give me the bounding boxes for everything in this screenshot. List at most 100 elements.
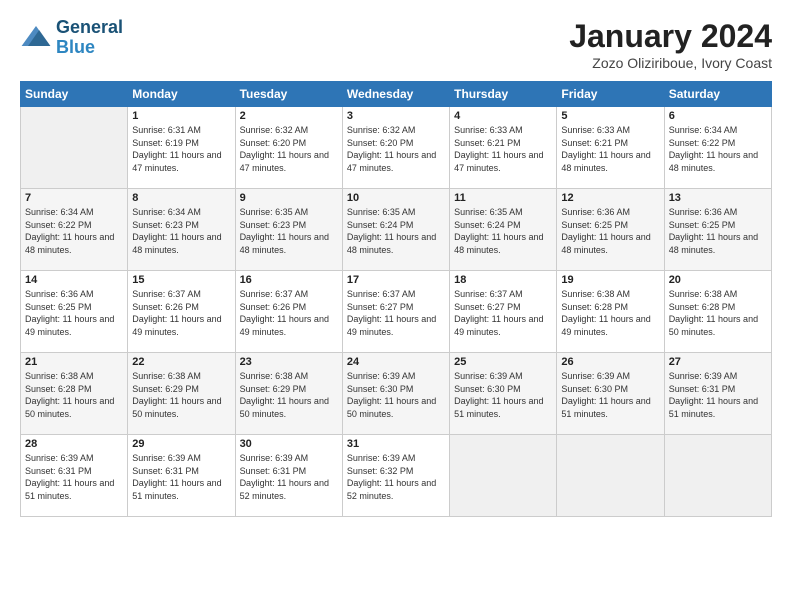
day-header-saturday: Saturday xyxy=(664,82,771,107)
day-number: 31 xyxy=(347,438,445,450)
day-number: 3 xyxy=(347,110,445,122)
calendar-cell xyxy=(450,435,557,517)
cell-info: Sunrise: 6:38 AMSunset: 6:28 PMDaylight:… xyxy=(25,370,123,420)
cell-info: Sunrise: 6:34 AMSunset: 6:23 PMDaylight:… xyxy=(132,206,230,256)
calendar-cell: 16 Sunrise: 6:37 AMSunset: 6:26 PMDayligh… xyxy=(235,271,342,353)
day-number: 30 xyxy=(240,438,338,450)
day-header-thursday: Thursday xyxy=(450,82,557,107)
day-number: 10 xyxy=(347,192,445,204)
day-header-tuesday: Tuesday xyxy=(235,82,342,107)
calendar-cell: 29 Sunrise: 6:39 AMSunset: 6:31 PMDayligh… xyxy=(128,435,235,517)
day-number: 18 xyxy=(454,274,552,286)
day-number: 9 xyxy=(240,192,338,204)
cell-info: Sunrise: 6:36 AMSunset: 6:25 PMDaylight:… xyxy=(561,206,659,256)
day-number: 12 xyxy=(561,192,659,204)
subtitle: Zozo Oliziriboue, Ivory Coast xyxy=(569,55,772,71)
calendar-cell: 2 Sunrise: 6:32 AMSunset: 6:20 PMDaylight… xyxy=(235,107,342,189)
calendar-table: SundayMondayTuesdayWednesdayThursdayFrid… xyxy=(20,81,772,517)
cell-info: Sunrise: 6:37 AMSunset: 6:26 PMDaylight:… xyxy=(132,288,230,338)
calendar-cell: 27Sunrise: 6:39 AMSunset: 6:31 PMDayligh… xyxy=(664,353,771,435)
week-row-4: 21Sunrise: 6:38 AMSunset: 6:28 PMDayligh… xyxy=(21,353,772,435)
week-row-1: 1 Sunrise: 6:31 AMSunset: 6:19 PMDaylight… xyxy=(21,107,772,189)
calendar-cell: 21Sunrise: 6:38 AMSunset: 6:28 PMDayligh… xyxy=(21,353,128,435)
day-number: 29 xyxy=(132,438,230,450)
cell-info: Sunrise: 6:38 AMSunset: 6:28 PMDaylight:… xyxy=(669,288,767,338)
day-number: 28 xyxy=(25,438,123,450)
calendar-cell: 14 Sunrise: 6:36 AMSunset: 6:25 PMDayligh… xyxy=(21,271,128,353)
calendar-cell: 25 Sunrise: 6:39 AMSunset: 6:30 PMDayligh… xyxy=(450,353,557,435)
cell-info: Sunrise: 6:37 AMSunset: 6:27 PMDaylight:… xyxy=(454,288,552,338)
logo-text: General Blue xyxy=(56,18,123,58)
cell-info: Sunrise: 6:39 AMSunset: 6:30 PMDaylight:… xyxy=(347,370,445,420)
calendar-cell: 17Sunrise: 6:37 AMSunset: 6:27 PMDayligh… xyxy=(342,271,449,353)
cell-info: Sunrise: 6:37 AMSunset: 6:26 PMDaylight:… xyxy=(240,288,338,338)
title-block: January 2024 Zozo Oliziriboue, Ivory Coa… xyxy=(569,18,772,71)
cell-info: Sunrise: 6:39 AMSunset: 6:31 PMDaylight:… xyxy=(240,452,338,502)
cell-info: Sunrise: 6:38 AMSunset: 6:29 PMDaylight:… xyxy=(240,370,338,420)
calendar-cell: 31 Sunrise: 6:39 AMSunset: 6:32 PMDayligh… xyxy=(342,435,449,517)
day-number: 1 xyxy=(132,110,230,122)
day-number: 19 xyxy=(561,274,659,286)
calendar-cell xyxy=(557,435,664,517)
day-header-monday: Monday xyxy=(128,82,235,107)
cell-info: Sunrise: 6:39 AMSunset: 6:30 PMDaylight:… xyxy=(561,370,659,420)
day-number: 14 xyxy=(25,274,123,286)
cell-info: Sunrise: 6:39 AMSunset: 6:31 PMDaylight:… xyxy=(25,452,123,502)
cell-info: Sunrise: 6:32 AMSunset: 6:20 PMDaylight:… xyxy=(347,124,445,174)
calendar-cell: 10 Sunrise: 6:35 AMSunset: 6:24 PMDayligh… xyxy=(342,189,449,271)
calendar-cell: 23 Sunrise: 6:38 AMSunset: 6:29 PMDayligh… xyxy=(235,353,342,435)
cell-info: Sunrise: 6:39 AMSunset: 6:32 PMDaylight:… xyxy=(347,452,445,502)
calendar-cell: 8 Sunrise: 6:34 AMSunset: 6:23 PMDaylight… xyxy=(128,189,235,271)
calendar-cell: 24 Sunrise: 6:39 AMSunset: 6:30 PMDayligh… xyxy=(342,353,449,435)
calendar-body: 1 Sunrise: 6:31 AMSunset: 6:19 PMDaylight… xyxy=(21,107,772,517)
calendar-cell: 1 Sunrise: 6:31 AMSunset: 6:19 PMDaylight… xyxy=(128,107,235,189)
week-row-2: 7 Sunrise: 6:34 AMSunset: 6:22 PMDaylight… xyxy=(21,189,772,271)
calendar-cell: 18 Sunrise: 6:37 AMSunset: 6:27 PMDayligh… xyxy=(450,271,557,353)
logo-line1: General xyxy=(56,18,123,38)
cell-info: Sunrise: 6:32 AMSunset: 6:20 PMDaylight:… xyxy=(240,124,338,174)
cell-info: Sunrise: 6:36 AMSunset: 6:25 PMDaylight:… xyxy=(25,288,123,338)
day-number: 22 xyxy=(132,356,230,368)
calendar-cell: 28 Sunrise: 6:39 AMSunset: 6:31 PMDayligh… xyxy=(21,435,128,517)
day-number: 25 xyxy=(454,356,552,368)
calendar-cell: 13Sunrise: 6:36 AMSunset: 6:25 PMDayligh… xyxy=(664,189,771,271)
day-number: 6 xyxy=(669,110,767,122)
day-header-wednesday: Wednesday xyxy=(342,82,449,107)
logo: General Blue xyxy=(20,18,123,58)
calendar-cell: 15Sunrise: 6:37 AMSunset: 6:26 PMDayligh… xyxy=(128,271,235,353)
calendar-cell: 6 Sunrise: 6:34 AMSunset: 6:22 PMDaylight… xyxy=(664,107,771,189)
calendar-cell: 19 Sunrise: 6:38 AMSunset: 6:28 PMDayligh… xyxy=(557,271,664,353)
cell-info: Sunrise: 6:38 AMSunset: 6:29 PMDaylight:… xyxy=(132,370,230,420)
day-number: 24 xyxy=(347,356,445,368)
day-number: 5 xyxy=(561,110,659,122)
cell-info: Sunrise: 6:34 AMSunset: 6:22 PMDaylight:… xyxy=(25,206,123,256)
cell-info: Sunrise: 6:35 AMSunset: 6:24 PMDaylight:… xyxy=(454,206,552,256)
day-number: 16 xyxy=(240,274,338,286)
day-header-sunday: Sunday xyxy=(21,82,128,107)
calendar-cell: 3 Sunrise: 6:32 AMSunset: 6:20 PMDaylight… xyxy=(342,107,449,189)
header: General Blue January 2024 Zozo Oliziribo… xyxy=(20,18,772,71)
cell-info: Sunrise: 6:35 AMSunset: 6:24 PMDaylight:… xyxy=(347,206,445,256)
cell-info: Sunrise: 6:33 AMSunset: 6:21 PMDaylight:… xyxy=(454,124,552,174)
cell-info: Sunrise: 6:38 AMSunset: 6:28 PMDaylight:… xyxy=(561,288,659,338)
day-number: 2 xyxy=(240,110,338,122)
calendar-cell: 11Sunrise: 6:35 AMSunset: 6:24 PMDayligh… xyxy=(450,189,557,271)
cell-info: Sunrise: 6:39 AMSunset: 6:31 PMDaylight:… xyxy=(132,452,230,502)
cell-info: Sunrise: 6:39 AMSunset: 6:30 PMDaylight:… xyxy=(454,370,552,420)
day-number: 23 xyxy=(240,356,338,368)
day-number: 17 xyxy=(347,274,445,286)
cell-info: Sunrise: 6:33 AMSunset: 6:21 PMDaylight:… xyxy=(561,124,659,174)
day-number: 7 xyxy=(25,192,123,204)
calendar-cell: 30 Sunrise: 6:39 AMSunset: 6:31 PMDayligh… xyxy=(235,435,342,517)
week-row-3: 14 Sunrise: 6:36 AMSunset: 6:25 PMDayligh… xyxy=(21,271,772,353)
cell-info: Sunrise: 6:35 AMSunset: 6:23 PMDaylight:… xyxy=(240,206,338,256)
cell-info: Sunrise: 6:34 AMSunset: 6:22 PMDaylight:… xyxy=(669,124,767,174)
calendar-cell: 5 Sunrise: 6:33 AMSunset: 6:21 PMDaylight… xyxy=(557,107,664,189)
cell-info: Sunrise: 6:39 AMSunset: 6:31 PMDaylight:… xyxy=(669,370,767,420)
calendar-cell xyxy=(21,107,128,189)
logo-icon xyxy=(20,22,52,54)
cell-info: Sunrise: 6:36 AMSunset: 6:25 PMDaylight:… xyxy=(669,206,767,256)
day-number: 8 xyxy=(132,192,230,204)
cell-info: Sunrise: 6:31 AMSunset: 6:19 PMDaylight:… xyxy=(132,124,230,174)
day-header-friday: Friday xyxy=(557,82,664,107)
